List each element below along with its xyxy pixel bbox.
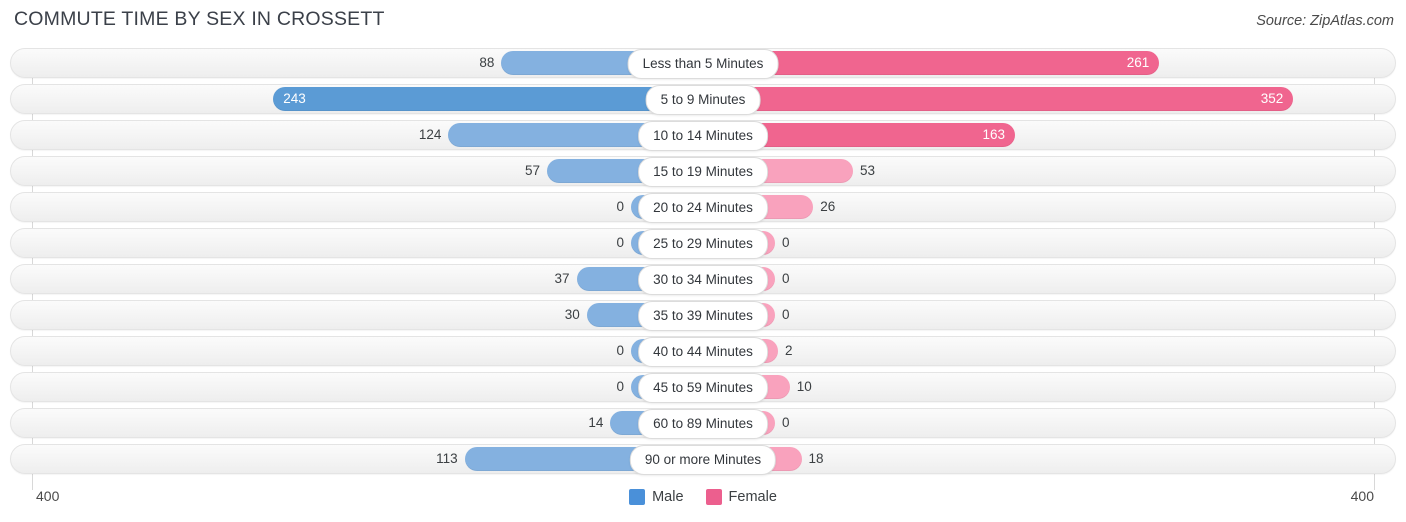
bar-value-male: 14: [588, 415, 604, 430]
bar-value-female: 26: [820, 199, 836, 214]
page-title: COMMUTE TIME BY SEX IN CROSSETT: [14, 8, 385, 30]
chart-plot-area: 88 261 Less than 5 Minutes 243 352 5 to 9 Min…: [0, 48, 1406, 490]
bar-value-female: 352: [1260, 91, 1284, 106]
bar-value-male: 30: [564, 307, 580, 322]
bar-value-female: 163: [982, 127, 1006, 142]
chart-row: 88 261 Less than 5 Minutes: [0, 48, 1406, 79]
chart-row: 14 0 60 to 89 Minutes: [0, 408, 1406, 439]
source-attribution: Source: ZipAtlas.com: [1256, 13, 1394, 29]
bar-value-male: 57: [525, 163, 541, 178]
row-category-label: 5 to 9 Minutes: [645, 85, 761, 115]
chart-row: 0 2 40 to 44 Minutes: [0, 336, 1406, 367]
bar-value-female: 0: [782, 235, 790, 250]
bar-value-male: 113: [436, 451, 458, 466]
legend-item-male[interactable]: Male: [629, 489, 684, 505]
chart-page: COMMUTE TIME BY SEX IN CROSSETT Source: …: [0, 0, 1406, 522]
chart-row: 37 0 30 to 34 Minutes: [0, 264, 1406, 295]
chart-row: 0 26 20 to 24 Minutes: [0, 192, 1406, 223]
legend-swatch-icon: [705, 489, 722, 505]
bar-value-female: 10: [796, 379, 812, 394]
bar-value-female: 261: [1126, 55, 1150, 70]
legend-label: Female: [728, 489, 777, 505]
chart-row: 0 0 25 to 29 Minutes: [0, 228, 1406, 259]
chart-rows: 88 261 Less than 5 Minutes 243 352 5 to 9 Min…: [0, 48, 1406, 480]
bar-value-male: 0: [616, 199, 624, 214]
chart-row: 113 18 90 or more Minutes: [0, 444, 1406, 475]
bar-value-male: 0: [616, 343, 624, 358]
row-category-label: Less than 5 Minutes: [627, 49, 779, 79]
row-category-label: 25 to 29 Minutes: [638, 229, 768, 259]
row-category-label: 15 to 19 Minutes: [638, 157, 768, 187]
chart-row: 57 53 15 to 19 Minutes: [0, 156, 1406, 187]
legend-item-female[interactable]: Female: [705, 489, 777, 505]
bar-male[interactable]: 243: [273, 87, 703, 111]
row-category-label: 40 to 44 Minutes: [638, 337, 768, 367]
bar-value-female: 2: [784, 343, 793, 358]
row-category-label: 90 or more Minutes: [629, 445, 777, 475]
chart-footer: 400 400 Male Female: [0, 484, 1406, 522]
chart-row: 243 352 5 to 9 Minutes: [0, 84, 1406, 115]
bar-value-male: 124: [418, 127, 442, 142]
row-category-label: 60 to 89 Minutes: [638, 409, 768, 439]
bar-value-male: 243: [283, 91, 306, 106]
bar-value-female: 0: [782, 271, 790, 286]
chart-row: 0 10 45 to 59 Minutes: [0, 372, 1406, 403]
row-category-label: 35 to 39 Minutes: [638, 301, 768, 331]
row-category-label: 45 to 59 Minutes: [638, 373, 768, 403]
legend-swatch-icon: [629, 489, 646, 505]
chart-row: 124 163 10 to 14 Minutes: [0, 120, 1406, 151]
row-category-label: 20 to 24 Minutes: [638, 193, 768, 223]
bar-value-female: 53: [860, 163, 876, 178]
bar-value-male: 88: [479, 55, 495, 70]
bar-value-male: 37: [554, 271, 570, 286]
row-category-label: 10 to 14 Minutes: [638, 121, 768, 151]
chart-legend: Male Female: [0, 489, 1406, 505]
bar-value-female: 18: [808, 451, 824, 466]
legend-label: Male: [652, 489, 684, 505]
bar-value-male: 0: [616, 235, 624, 250]
bar-value-female: 0: [782, 307, 790, 322]
bar-value-male: 0: [616, 379, 624, 394]
chart-row: 30 0 35 to 39 Minutes: [0, 300, 1406, 331]
row-category-label: 30 to 34 Minutes: [638, 265, 768, 295]
bar-value-female: 0: [782, 415, 790, 430]
bar-female[interactable]: 352: [703, 87, 1294, 111]
